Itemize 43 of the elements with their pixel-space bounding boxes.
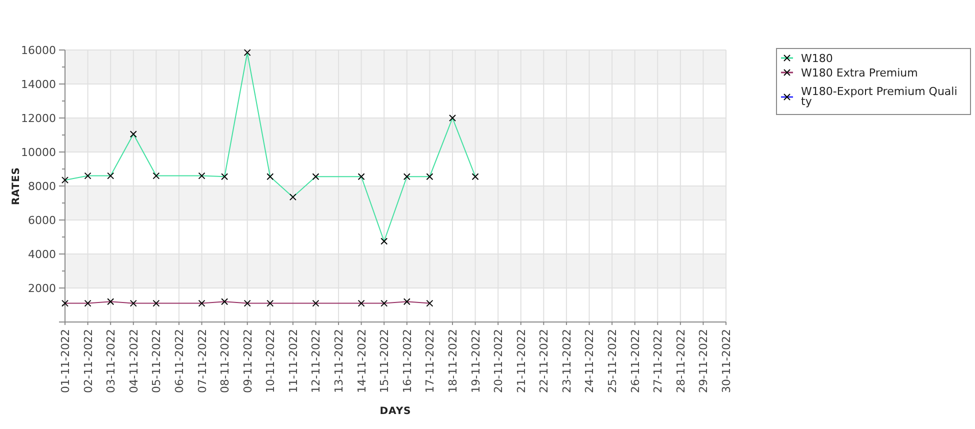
x-tick-label: 06-11-2022 <box>172 329 186 393</box>
x-tick-label: 28-11-2022 <box>674 329 688 393</box>
x-tick-label: 17-11-2022 <box>424 329 437 393</box>
x-tick-label: 03-11-2022 <box>104 329 118 393</box>
x-tick-label: 14-11-2022 <box>355 329 368 393</box>
y-tick-label: 12000 <box>21 112 56 125</box>
x-tick-label: 02-11-2022 <box>82 329 95 393</box>
x-tick-label: 08-11-2022 <box>218 329 232 393</box>
x-tick-label: 09-11-2022 <box>241 329 254 393</box>
x-tick-label: 22-11-2022 <box>538 329 551 393</box>
x-tick-label: 27-11-2022 <box>652 329 665 393</box>
x-tick-label: 21-11-2022 <box>514 329 528 393</box>
x-tick-label: 24-11-2022 <box>583 329 596 393</box>
x-tick-label: 29-11-2022 <box>697 329 710 393</box>
y-axis-title: RATES <box>11 166 22 206</box>
y-tick-label: 2000 <box>28 282 56 295</box>
x-tick-label: 07-11-2022 <box>196 329 209 393</box>
y-tick-label: 14000 <box>21 78 56 91</box>
x-tick-label: 01-11-2022 <box>59 329 72 393</box>
x-tick-label: 20-11-2022 <box>492 329 506 393</box>
x-tick-label: 18-11-2022 <box>446 329 460 393</box>
x-tick-label: 15-11-2022 <box>378 329 392 393</box>
x-tick-label: 25-11-2022 <box>606 329 620 393</box>
legend-label: W180-Export Premium Quality <box>801 85 958 108</box>
x-tick-label: 05-11-2022 <box>150 329 164 393</box>
legend-label: W180 Extra Premium <box>801 66 918 80</box>
x-tick-label: 12-11-2022 <box>310 329 323 393</box>
y-tick-label: 16000 <box>21 44 56 57</box>
y-tick-label: 10000 <box>21 146 56 159</box>
x-tick-label: 04-11-2022 <box>127 329 140 393</box>
x-axis-title: DAYS <box>380 406 412 417</box>
y-tick-label: 6000 <box>28 214 56 227</box>
x-tick-label: 30-11-2022 <box>720 329 733 393</box>
x-tick-label: 13-11-2022 <box>332 329 346 393</box>
y-tick-label: 8000 <box>28 180 56 193</box>
y-tick-label: 4000 <box>28 248 56 261</box>
x-tick-label: 11-11-2022 <box>286 329 300 393</box>
x-tick-label: 16-11-2022 <box>400 329 414 393</box>
legend-label: W180 <box>801 52 833 65</box>
x-tick-label: 26-11-2022 <box>628 329 642 393</box>
x-tick-label: 10-11-2022 <box>264 329 278 393</box>
x-tick-label: 19-11-2022 <box>469 329 482 393</box>
x-tick-label: 23-11-2022 <box>560 329 574 393</box>
